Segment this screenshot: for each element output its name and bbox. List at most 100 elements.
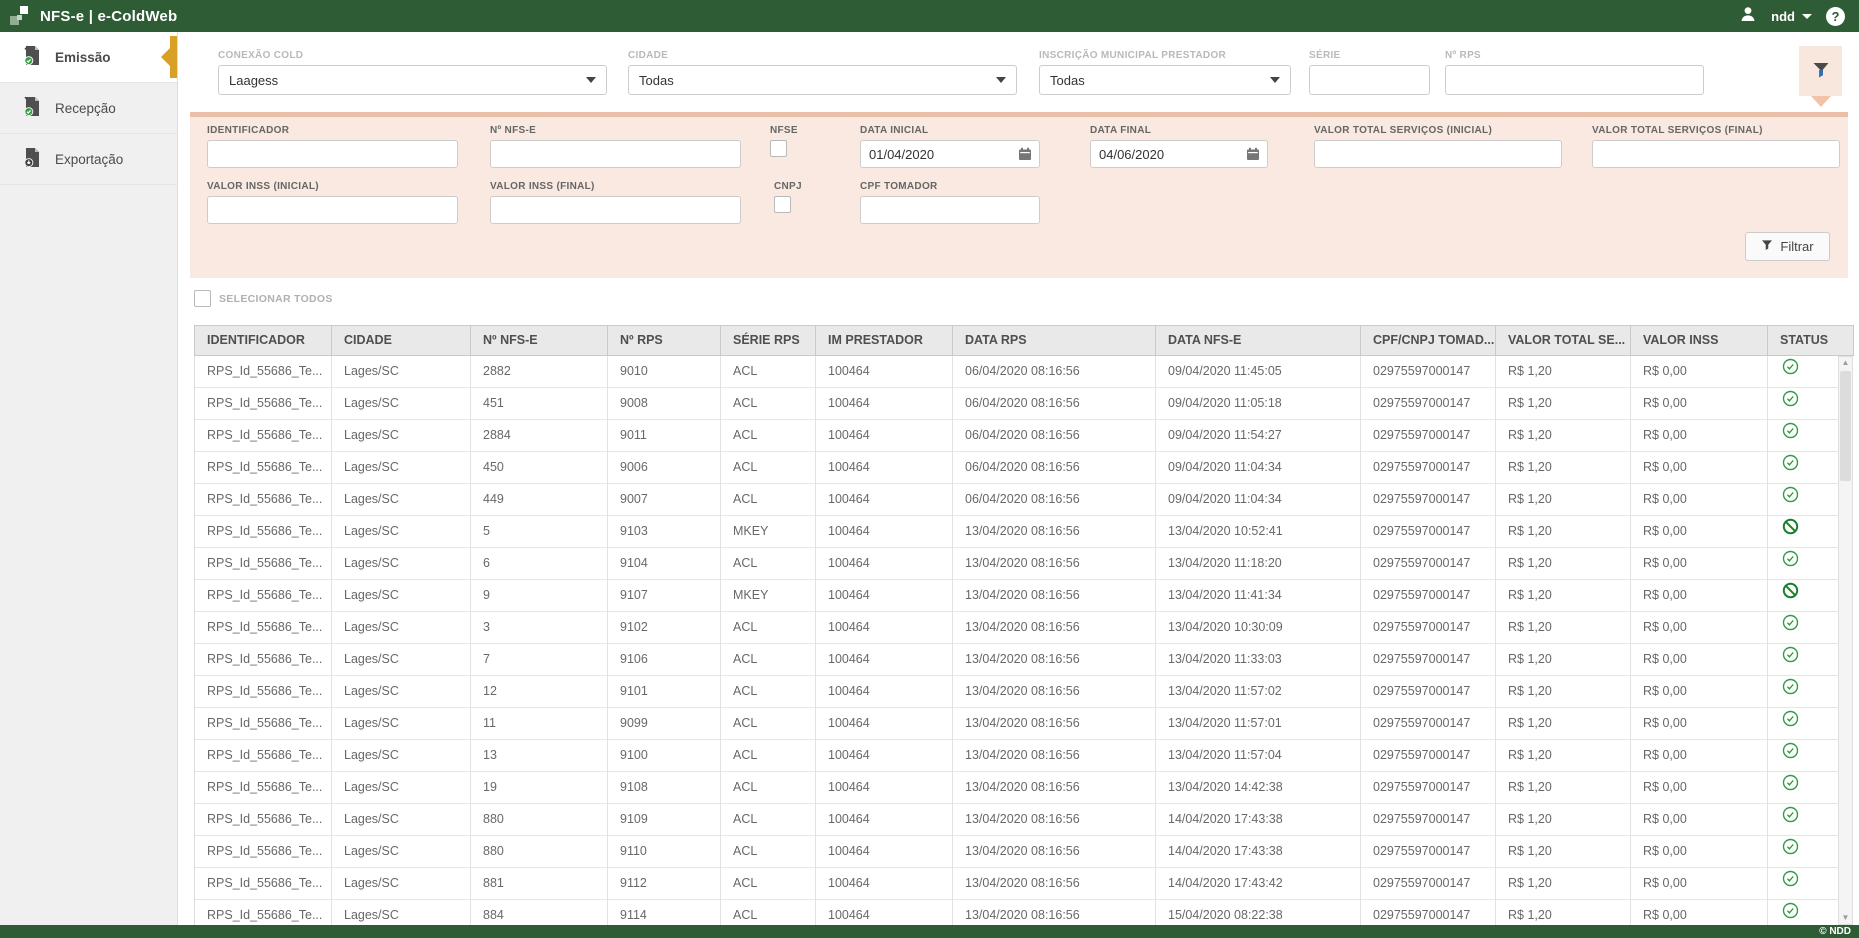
table-row[interactable]: RPS_Id_55686_Te...Lages/SC4509006ACL1004…: [195, 452, 1838, 484]
scroll-down-icon[interactable]: ▼: [1842, 912, 1850, 924]
scroll-up-icon[interactable]: ▲: [1842, 357, 1850, 369]
table-cell: R$ 1,20: [1496, 772, 1631, 803]
table-cell: ACL: [721, 836, 816, 867]
table-cell: 02975597000147: [1361, 420, 1496, 451]
valor-inss-inicial-input[interactable]: [207, 196, 458, 224]
table-cell: Lages/SC: [332, 612, 471, 643]
table-row[interactable]: RPS_Id_55686_Te...Lages/SC69104ACL100464…: [195, 548, 1838, 580]
n-rps-input[interactable]: [1445, 65, 1704, 95]
table-cell: Lages/SC: [332, 644, 471, 675]
table-cell: 100464: [816, 516, 953, 547]
status-authorized-icon: [1782, 356, 1799, 387]
table-cell: ACL: [721, 900, 816, 925]
identificador-input[interactable]: [207, 140, 458, 168]
cnpj-checkbox[interactable]: [774, 196, 791, 213]
status-cell: [1768, 708, 1838, 739]
sidebar-item-recepcao[interactable]: Recepção: [0, 83, 177, 134]
calendar-icon[interactable]: [1018, 147, 1032, 166]
column-header[interactable]: STATUS: [1768, 326, 1839, 355]
filtrar-button[interactable]: Filtrar: [1745, 232, 1830, 261]
table-row[interactable]: RPS_Id_55686_Te...Lages/SC8819112ACL1004…: [195, 868, 1838, 900]
sidebar-item-emissao[interactable]: Emissão: [0, 32, 177, 83]
column-header[interactable]: SÉRIE RPS: [721, 326, 816, 355]
status-cell: [1768, 548, 1838, 579]
sidebar-item-exportacao[interactable]: Exportação: [0, 134, 177, 185]
status-authorized-icon: [1782, 900, 1799, 925]
table-cell: 13/04/2020 08:16:56: [953, 580, 1156, 611]
cnpj-checkbox-label: CNPJ: [774, 181, 802, 192]
nfse-checkbox[interactable]: [770, 140, 787, 157]
data-final-input[interactable]: [1090, 140, 1268, 168]
table-row[interactable]: RPS_Id_55686_Te...Lages/SC4519008ACL1004…: [195, 388, 1838, 420]
calendar-icon[interactable]: [1246, 147, 1260, 166]
table-row[interactable]: RPS_Id_55686_Te...Lages/SC119099ACL10046…: [195, 708, 1838, 740]
user-menu[interactable]: ndd: [1771, 9, 1812, 24]
scrollbar-thumb[interactable]: [1840, 371, 1851, 481]
table-cell: 02975597000147: [1361, 644, 1496, 675]
filter-toggle-button[interactable]: [1799, 46, 1842, 96]
column-header[interactable]: VALOR INSS: [1631, 326, 1768, 355]
select-all-checkbox[interactable]: [194, 290, 211, 307]
column-header[interactable]: IM PRESTADOR: [816, 326, 953, 355]
table-row[interactable]: RPS_Id_55686_Te...Lages/SC28829010ACL100…: [195, 356, 1838, 388]
column-header[interactable]: CIDADE: [332, 326, 471, 355]
column-header[interactable]: Nº NFS-E: [471, 326, 608, 355]
data-inicial-input[interactable]: [860, 140, 1040, 168]
table-cell: RPS_Id_55686_Te...: [195, 676, 332, 707]
select-all-row: SELECIONAR TODOS: [194, 290, 333, 307]
table-cell: 02975597000147: [1361, 452, 1496, 483]
column-header[interactable]: DATA RPS: [953, 326, 1156, 355]
table-row[interactable]: RPS_Id_55686_Te...Lages/SC199108ACL10046…: [195, 772, 1838, 804]
n-nfse-input[interactable]: [490, 140, 741, 168]
table-cell: ACL: [721, 388, 816, 419]
table-cell: 02975597000147: [1361, 548, 1496, 579]
cpf-tomador-input[interactable]: [860, 196, 1040, 224]
table-row[interactable]: RPS_Id_55686_Te...Lages/SC4499007ACL1004…: [195, 484, 1838, 516]
table-cell: 13/04/2020 11:57:01: [1156, 708, 1361, 739]
table-cell: 13/04/2020 08:16:56: [953, 708, 1156, 739]
table-row[interactable]: RPS_Id_55686_Te...Lages/SC39102ACL100464…: [195, 612, 1838, 644]
table-row[interactable]: RPS_Id_55686_Te...Lages/SC129101ACL10046…: [195, 676, 1838, 708]
cidade-select[interactable]: Todas: [628, 65, 1017, 95]
inscricao-municipal-select[interactable]: Todas: [1039, 65, 1291, 95]
table-cell: 9107: [608, 580, 721, 611]
data-final-field: DATA FINAL: [1090, 125, 1268, 168]
column-header[interactable]: DATA NFS-E: [1156, 326, 1361, 355]
reception-doc-icon: [22, 96, 42, 120]
table-cell: 09/04/2020 11:45:05: [1156, 356, 1361, 387]
column-header[interactable]: CPF/CNPJ TOMAD...: [1361, 326, 1496, 355]
table-row[interactable]: RPS_Id_55686_Te...Lages/SC79106ACL100464…: [195, 644, 1838, 676]
conexao-cold-select[interactable]: Laagess: [218, 65, 607, 95]
table-row[interactable]: RPS_Id_55686_Te...Lages/SC28849011ACL100…: [195, 420, 1838, 452]
filter-panel: IDENTIFICADOR Nº NFS-E NFSE DATA INICIAL…: [190, 112, 1848, 278]
identificador-field: IDENTIFICADOR: [207, 125, 458, 168]
cidade-value: Todas: [639, 73, 674, 88]
person-icon: [1739, 5, 1757, 28]
nfse-checkbox-label: NFSE: [770, 125, 798, 136]
column-header[interactable]: Nº RPS: [608, 326, 721, 355]
table-cell: 9006: [608, 452, 721, 483]
help-circle-icon[interactable]: ?: [1826, 7, 1845, 26]
table-cell: 7: [471, 644, 608, 675]
table-cell: 06/04/2020 08:16:56: [953, 356, 1156, 387]
table-cell: R$ 0,00: [1631, 420, 1768, 451]
table-row[interactable]: RPS_Id_55686_Te...Lages/SC8809110ACL1004…: [195, 836, 1838, 868]
status-authorized-icon: [1782, 644, 1799, 675]
table-cell: 14/04/2020 17:43:38: [1156, 836, 1361, 867]
status-cell: [1768, 836, 1838, 867]
serie-input[interactable]: [1309, 65, 1430, 95]
column-header[interactable]: VALOR TOTAL SE...: [1496, 326, 1631, 355]
table-row[interactable]: RPS_Id_55686_Te...Lages/SC8809109ACL1004…: [195, 804, 1838, 836]
table-cell: 450: [471, 452, 608, 483]
table-row[interactable]: RPS_Id_55686_Te...Lages/SC139100ACL10046…: [195, 740, 1838, 772]
table-row[interactable]: RPS_Id_55686_Te...Lages/SC8849114ACL1004…: [195, 900, 1838, 925]
table-row[interactable]: RPS_Id_55686_Te...Lages/SC99107MKEY10046…: [195, 580, 1838, 612]
table-row[interactable]: RPS_Id_55686_Te...Lages/SC59103MKEY10046…: [195, 516, 1838, 548]
vertical-scrollbar[interactable]: ▲ ▼: [1838, 356, 1853, 925]
valor-total-servicos-final-input[interactable]: [1592, 140, 1840, 168]
column-header[interactable]: IDENTIFICADOR: [195, 326, 332, 355]
valor-inss-final-input[interactable]: [490, 196, 741, 224]
valor-total-servicos-inicial-input[interactable]: [1314, 140, 1562, 168]
table-cell: 09/04/2020 11:04:34: [1156, 484, 1361, 515]
table-cell: Lages/SC: [332, 868, 471, 899]
